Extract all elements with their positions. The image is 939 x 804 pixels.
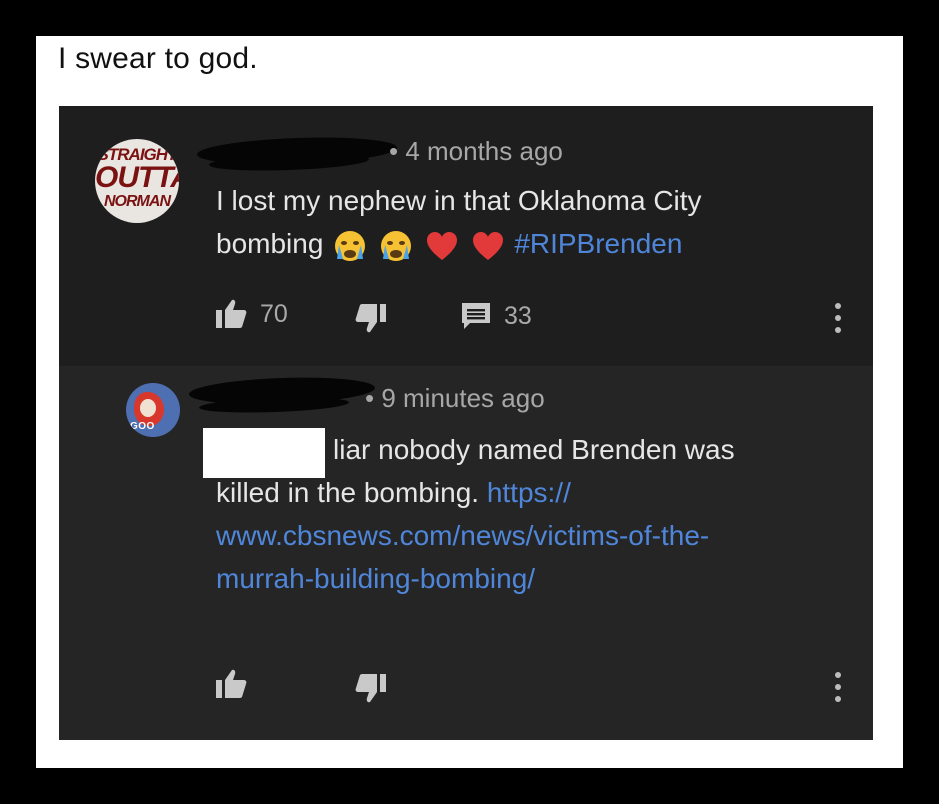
red-heart-icon xyxy=(426,231,457,260)
reply-text-line1: liar nobody named Brenden was xyxy=(333,434,735,465)
like-button[interactable]: 70 xyxy=(214,298,288,330)
comment-text: I lost my nephew in that Oklahoma City b… xyxy=(216,179,702,265)
avatar-text: GOO xyxy=(130,421,155,432)
reply-text-body: killed in the bombing. https:// www.cbsn… xyxy=(216,471,709,600)
reply-button[interactable]: 33 xyxy=(460,301,532,331)
comment-icon xyxy=(462,303,490,329)
thumbs-up-icon xyxy=(216,299,247,328)
thumbs-down-icon xyxy=(355,674,386,703)
post-caption: I swear to god. xyxy=(58,42,258,75)
like-count: 70 xyxy=(260,299,288,328)
comment-text-line1: I lost my nephew in that Oklahoma City xyxy=(216,185,702,216)
replier-avatar[interactable]: GOO xyxy=(126,383,180,437)
crying-face-icon xyxy=(335,230,366,261)
reply-more-options-icon[interactable] xyxy=(834,672,842,702)
avatar-text-3: NORMAN xyxy=(104,193,171,210)
reply-timestamp: • 9 minutes ago xyxy=(365,383,545,413)
avatar-text-2: OUTTA xyxy=(95,161,179,194)
reply-like-button[interactable] xyxy=(214,668,248,700)
dislike-button[interactable] xyxy=(354,302,388,334)
hashtag-link[interactable]: #RIPBrenden xyxy=(514,228,682,259)
news-link-part3[interactable]: murrah-building-bombing/ xyxy=(216,563,535,594)
post-card: I swear to god. STRAIGHT OUTTA NORMAN • … xyxy=(36,36,903,768)
news-link-part2[interactable]: www.cbsnews.com/news/victims-of-the- xyxy=(216,520,709,551)
more-options-icon[interactable] xyxy=(834,303,842,333)
comment-timestamp: • 4 months ago xyxy=(389,136,563,166)
avatar-shape-inner xyxy=(140,399,156,417)
crying-face-icon xyxy=(380,230,411,261)
thumbs-up-icon xyxy=(216,669,247,698)
thumbs-down-icon xyxy=(355,304,386,333)
reply-dislike-button[interactable] xyxy=(354,672,388,704)
red-heart-icon xyxy=(472,231,503,260)
comment-screenshot: STRAIGHT OUTTA NORMAN • 4 months ago I l… xyxy=(59,106,873,740)
commenter-avatar[interactable]: STRAIGHT OUTTA NORMAN xyxy=(95,139,179,223)
reply-text-line2: killed in the bombing. xyxy=(216,477,480,508)
news-link-part1[interactable]: https:// xyxy=(487,477,571,508)
comment-text-line2: bombing xyxy=(216,228,324,259)
reply-count: 33 xyxy=(504,301,532,330)
